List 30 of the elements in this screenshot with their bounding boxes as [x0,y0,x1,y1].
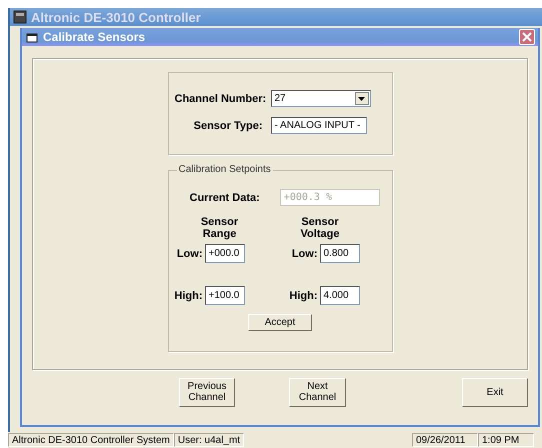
status-date: 09/26/2011 [412,433,478,447]
channel-dropdown[interactable]: 27 [270,90,370,107]
app-icon [13,10,27,24]
accept-button[interactable]: Accept [248,314,312,331]
field-label: High: [289,290,318,302]
status-text: User: u4al_mt [174,433,244,447]
exit-button[interactable]: Exit [462,378,528,406]
field-label: Current Data: [190,192,260,204]
next-channel-button[interactable]: Next Channel [289,378,346,406]
window-icon [26,32,38,42]
setpoint-field[interactable]: 0.800 [320,244,360,263]
sensor-type-field: - ANALOG INPUT - [270,117,366,134]
dropdown-arrow-icon [358,96,365,100]
status-text: Altronic DE-3010 Controller System [8,433,174,447]
setpoint-field[interactable]: +000.0 [204,244,244,263]
status-time: 1:09 PM [478,433,534,447]
field-label: Low: [176,248,202,260]
group-title: Calibration Setpoints [176,164,273,175]
window-title: Altronic DE-3010 Controller [31,10,201,24]
column-heading: Sensor Range [200,216,240,240]
setpoint-field[interactable]: +100.0 [204,286,244,305]
field-label: High: [174,290,202,302]
column-heading: Sensor Voltage [300,216,340,240]
setpoint-field[interactable]: 4.000 [320,286,360,305]
previous-channel-button[interactable]: Previous Channel [179,378,235,406]
field-label: Low: [292,248,318,260]
dialog-title: Calibrate Sensors [43,30,146,44]
field-label: Sensor Type: [192,118,264,134]
close-button[interactable] [519,29,535,45]
field-label: Channel Number: [174,92,268,106]
